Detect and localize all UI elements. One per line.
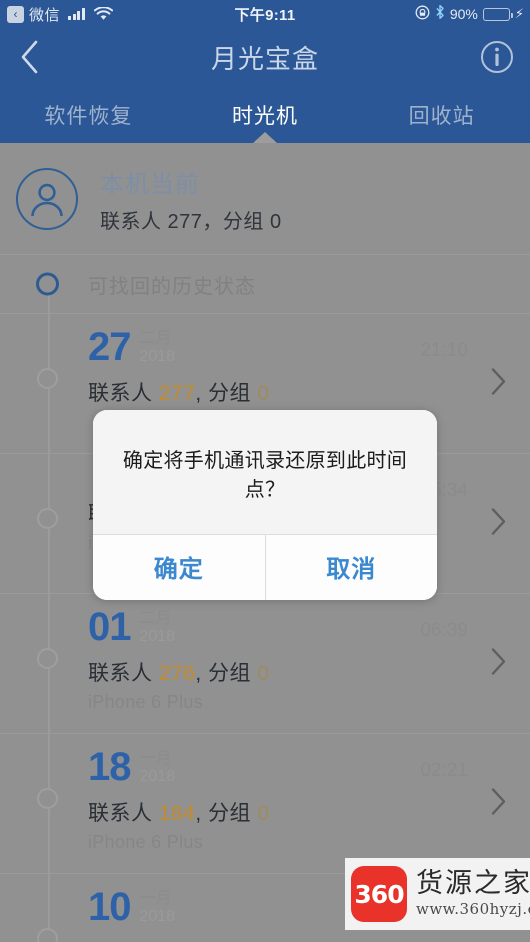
tab-bar: 软件恢复 时光机 回收站 — [0, 86, 530, 144]
entry-stats: 联系人 277, 分组 0 — [88, 381, 270, 405]
entry-month-year: 一月 2018 — [140, 748, 176, 787]
timeline-marker — [37, 928, 58, 942]
entry-groups-count: 0 — [257, 381, 270, 405]
entry-day: 10 — [88, 885, 131, 929]
entry-stats: 联系人 276, 分组 0 — [88, 661, 270, 685]
watermark: 360 货源之家 www.360hyzj.com — [345, 858, 530, 930]
tab-label: 回收站 — [408, 104, 475, 128]
entry-contacts-count: 277 — [158, 381, 196, 405]
person-circle-icon — [16, 167, 78, 230]
entry-groups-label: 分组 — [208, 381, 252, 405]
entry-day: 01 — [88, 605, 131, 649]
watermark-text: 货源之家 www.360hyzj.com — [416, 868, 530, 918]
entry-device: iPhone 6 Plus — [88, 831, 203, 852]
entry-contacts-count: 276 — [158, 661, 196, 685]
watermark-logo-text: 360 — [354, 879, 404, 909]
watermark-brand: 货源之家 — [416, 868, 530, 900]
history-header-label: 可找回的历史状态 — [88, 275, 256, 298]
tab-time-machine[interactable]: 时光机 — [177, 86, 354, 144]
entry-groups-count: 0 — [257, 661, 270, 685]
info-button[interactable] — [464, 28, 530, 86]
chevron-right-icon[interactable] — [490, 646, 508, 681]
entry-device: iPhone 6 Plus — [88, 691, 203, 712]
tab-software-recovery[interactable]: 软件恢复 — [0, 86, 177, 143]
dialog-message: 确定将手机通讯录还原到此时间点？ — [93, 410, 437, 534]
entry-day: 27 — [88, 325, 131, 369]
entry-contacts-count: 184 — [158, 801, 196, 825]
current-device-title: 本机当前 — [100, 170, 200, 198]
timeline-marker — [37, 648, 58, 669]
current-device-text: 本机当前 联系人 277，分组 0 — [100, 164, 282, 234]
timeline-entry[interactable]: 18 一月 2018 联系人 184, 分组 0 iPhone 6 Plus 0… — [0, 733, 530, 873]
current-device-row[interactable]: 本机当前 联系人 277，分组 0 — [0, 143, 530, 255]
entry-month: 二月 — [139, 330, 172, 347]
entry-day: 18 — [88, 745, 131, 789]
timeline-marker — [37, 508, 58, 529]
current-device-stats: 联系人 277，分组 0 — [100, 210, 282, 233]
tab-recycle-bin[interactable]: 回收站 — [353, 86, 530, 143]
entry-year: 2018 — [139, 768, 176, 786]
dialog-actions: 确定 取消 — [93, 534, 437, 600]
cancel-button[interactable]: 取消 — [264, 535, 437, 600]
watermark-url: www.360hyzj.com — [416, 899, 530, 918]
entry-contacts-label: 联系人 — [88, 801, 153, 825]
timeline-marker — [37, 368, 58, 389]
entry-year: 2018 — [139, 348, 176, 366]
entry-month-year: 二月 2018 — [140, 328, 176, 367]
info-circle-icon — [481, 41, 513, 73]
chevron-right-icon[interactable] — [490, 366, 508, 401]
entry-month-year: 一月 2018 — [140, 888, 176, 927]
navigation-bar: 月光宝盒 — [0, 28, 530, 86]
timeline-marker — [37, 788, 58, 809]
entry-contacts-label: 联系人 — [88, 381, 153, 405]
chevron-right-icon[interactable] — [490, 786, 508, 821]
chevron-right-icon[interactable] — [490, 506, 508, 541]
tab-label: 软件恢复 — [44, 104, 133, 128]
restore-confirm-dialog: 确定将手机通讯录还原到此时间点？ 确定 取消 — [93, 410, 437, 600]
timeline-entry[interactable]: 01 二月 2018 联系人 276, 分组 0 iPhone 6 Plus 0… — [0, 593, 530, 733]
entry-month: 二月 — [139, 610, 172, 627]
entry-month: 一月 — [139, 890, 172, 907]
entry-groups-count: 0 — [257, 801, 270, 825]
entry-month-year: 二月 2018 — [140, 608, 176, 647]
entry-contacts-label: 联系人 — [88, 661, 153, 685]
history-header: 可找回的历史状态 — [0, 255, 530, 313]
page-title: 月光宝盒 — [210, 43, 319, 74]
entry-stats: 联系人 184, 分组 0 — [88, 801, 270, 825]
entry-year: 2018 — [139, 908, 176, 926]
tab-label: 时光机 — [232, 104, 298, 128]
entry-time: 06:39 — [420, 620, 468, 641]
watermark-logo-icon: 360 — [351, 866, 407, 922]
entry-month: 一月 — [139, 750, 172, 767]
status-bar: ‹ 微信 下午9:11 90% ⚡ — [0, 0, 530, 28]
entry-time: 21:10 — [420, 340, 468, 361]
chevron-left-icon — [21, 40, 38, 74]
entry-groups-label: 分组 — [208, 661, 252, 685]
entry-groups-label: 分组 — [208, 801, 252, 825]
timeline-marker-current — [36, 272, 59, 296]
battery-icon — [482, 7, 513, 21]
back-button[interactable] — [0, 28, 60, 86]
entry-year: 2018 — [139, 628, 176, 646]
entry-time: 02:21 — [420, 760, 468, 781]
confirm-button[interactable]: 确定 — [93, 535, 265, 600]
status-time: 下午9:11 — [234, 6, 296, 24]
